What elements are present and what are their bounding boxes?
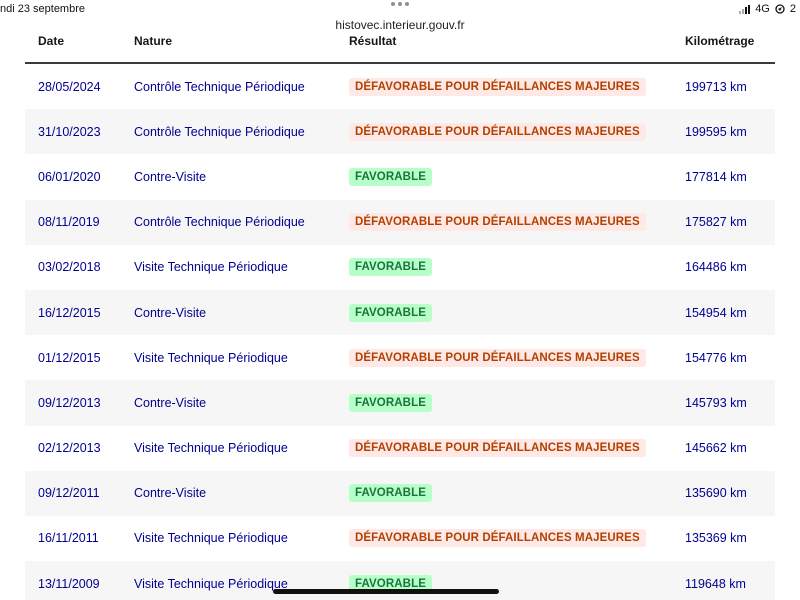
result-badge: DÉFAVORABLE POUR DÉFAILLANCES MAJEURES <box>349 348 646 367</box>
cell-result: FAVORABLE <box>349 258 432 277</box>
cell-nature: Contre-Visite <box>134 305 207 320</box>
cell-date: 28/05/2024 <box>38 79 101 94</box>
cell-result: FAVORABLE <box>349 484 432 503</box>
table-row: 31/10/2023 Contrôle Technique Périodique D… <box>25 109 775 155</box>
cell-date: 06/01/2020 <box>38 169 101 184</box>
cell-result: FAVORABLE <box>349 393 432 412</box>
header-km: Kilométrage <box>685 34 755 48</box>
cell-result: DÉFAVORABLE POUR DÉFAILLANCES MAJEURES <box>349 348 646 367</box>
table-row: 09/12/2013 Contre-Visite FAVORABLE 145793 k… <box>25 380 775 426</box>
cell-date: 09/12/2013 <box>38 395 101 410</box>
url-text: histovec.interieur.gouv.fr <box>335 18 465 32</box>
status-date: ndi 23 septembre <box>0 3 85 15</box>
result-badge: FAVORABLE <box>349 258 432 277</box>
cell-date: 03/02/2018 <box>38 260 101 275</box>
cell-km: 135690 km <box>685 486 747 501</box>
table-header: Date Nature Résultat Kilométrage <box>25 34 775 64</box>
cell-km: 164486 km <box>685 260 747 275</box>
cell-date: 31/10/2023 <box>38 124 101 139</box>
table-row: 06/01/2020 Contre-Visite FAVORABLE 177814 k… <box>25 154 775 199</box>
cell-result: DÉFAVORABLE POUR DÉFAILLANCES MAJEURES <box>349 213 646 232</box>
header-result: Résultat <box>349 34 397 48</box>
table-body: 28/05/2024 Contrôle Technique Périodique D… <box>25 64 775 600</box>
status-indicators: 4G 2 <box>739 3 796 15</box>
cell-date: 02/12/2013 <box>38 441 101 456</box>
battery-partial-label: 2 <box>789 3 796 15</box>
result-badge: DÉFAVORABLE POUR DÉFAILLANCES MAJEURES <box>349 213 646 232</box>
cell-nature: Contrôle Technique Périodique <box>134 124 305 139</box>
cell-km: 145662 km <box>685 441 747 456</box>
table-row: 13/11/2009 Visite Technique Périodique FAV… <box>25 561 775 600</box>
location-icon <box>775 4 785 14</box>
result-badge: FAVORABLE <box>349 393 432 412</box>
cell-nature: Contrôle Technique Périodique <box>134 215 305 230</box>
cell-date: 08/11/2019 <box>38 215 100 230</box>
table-row: 09/12/2011 Contre-Visite FAVORABLE 135690 k… <box>25 470 775 516</box>
cell-date: 01/12/2015 <box>38 350 101 365</box>
result-badge: DÉFAVORABLE POUR DÉFAILLANCES MAJEURES <box>349 439 646 458</box>
cell-km: 175827 km <box>685 215 747 230</box>
result-badge: FAVORABLE <box>349 167 432 186</box>
cell-nature: Visite Technique Périodique <box>134 350 288 365</box>
cell-nature: Visite Technique Périodique <box>134 441 288 456</box>
cell-date: 16/12/2015 <box>38 305 101 320</box>
cell-result: DÉFAVORABLE POUR DÉFAILLANCES MAJEURES <box>349 529 646 548</box>
cell-nature: Visite Technique Périodique <box>134 576 288 591</box>
cell-km: 177814 km <box>685 169 747 184</box>
cell-km: 135369 km <box>685 531 747 546</box>
table-row: 16/11/2011 Visite Technique Périodique DÉF… <box>25 516 775 561</box>
cell-km: 199713 km <box>685 79 747 94</box>
result-badge: DÉFAVORABLE POUR DÉFAILLANCES MAJEURES <box>349 122 646 141</box>
tab-overview-dots-icon[interactable] <box>391 2 409 6</box>
result-badge: DÉFAVORABLE POUR DÉFAILLANCES MAJEURES <box>349 77 646 96</box>
home-indicator[interactable] <box>273 589 499 594</box>
screen: ndi 23 septembre 4G 2 histovec.interieur… <box>0 0 800 600</box>
cell-result: DÉFAVORABLE POUR DÉFAILLANCES MAJEURES <box>349 77 646 96</box>
network-label: 4G <box>755 3 770 15</box>
cell-nature: Contrôle Technique Périodique <box>134 79 305 94</box>
table-row: 28/05/2024 Contrôle Technique Périodique D… <box>25 64 775 109</box>
cell-date: 13/11/2009 <box>38 576 100 591</box>
result-badge: FAVORABLE <box>349 303 432 322</box>
header-nature: Nature <box>134 34 173 48</box>
cell-nature: Contre-Visite <box>134 486 207 501</box>
cell-date: 09/12/2011 <box>38 486 100 501</box>
address-bar[interactable]: histovec.interieur.gouv.fr <box>0 16 800 34</box>
cell-nature: Contre-Visite <box>134 169 207 184</box>
table-row: 16/12/2015 Contre-Visite FAVORABLE 154954 k… <box>25 289 775 336</box>
cell-nature: Visite Technique Périodique <box>134 260 288 275</box>
table-row: 02/12/2013 Visite Technique Périodique DÉF… <box>25 426 775 471</box>
result-badge: DÉFAVORABLE POUR DÉFAILLANCES MAJEURES <box>349 529 646 548</box>
header-date: Date <box>38 34 65 48</box>
cell-km: 145793 km <box>685 395 747 410</box>
cell-km: 119648 km <box>685 576 746 591</box>
cell-result: FAVORABLE <box>349 167 432 186</box>
table-row: 03/02/2018 Visite Technique Périodique FAV… <box>25 245 775 290</box>
cell-result: FAVORABLE <box>349 303 432 322</box>
cell-result: DÉFAVORABLE POUR DÉFAILLANCES MAJEURES <box>349 439 646 458</box>
signal-bars-icon <box>739 4 751 14</box>
cell-km: 154954 km <box>685 305 747 320</box>
cell-km: 154776 km <box>685 350 747 365</box>
cell-km: 199595 km <box>685 124 747 139</box>
cell-nature: Visite Technique Périodique <box>134 531 288 546</box>
cell-date: 16/11/2011 <box>38 531 99 546</box>
cell-nature: Contre-Visite <box>134 395 207 410</box>
inspection-history-table: Date Nature Résultat Kilométrage 28/05/2… <box>25 34 775 600</box>
result-badge: FAVORABLE <box>349 484 432 503</box>
table-row: 08/11/2019 Contrôle Technique Périodique D… <box>25 199 775 245</box>
cell-result: DÉFAVORABLE POUR DÉFAILLANCES MAJEURES <box>349 122 646 141</box>
table-row: 01/12/2015 Visite Technique Périodique DÉF… <box>25 335 775 380</box>
